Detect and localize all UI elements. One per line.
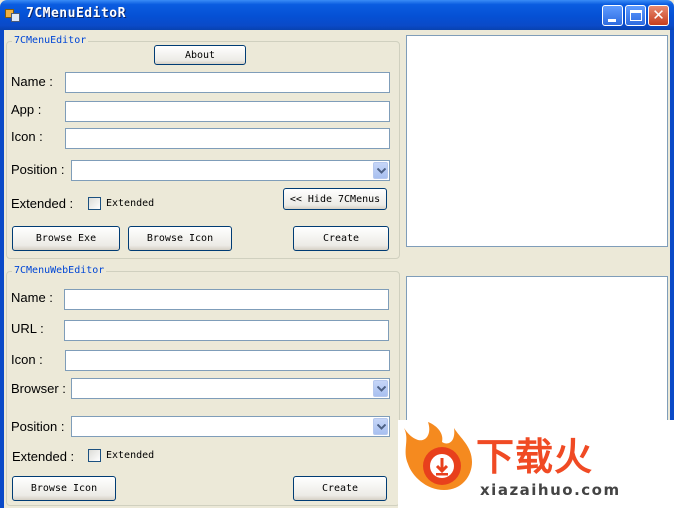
url-label: URL :: [11, 321, 44, 336]
extended-checkbox[interactable]: [88, 197, 101, 210]
position-label: Position :: [11, 162, 65, 177]
app-icon[interactable]: [5, 7, 21, 23]
icon-input[interactable]: [65, 128, 390, 149]
name-input[interactable]: [65, 72, 390, 93]
chevron-down-icon: [377, 424, 386, 430]
web-position-select[interactable]: [71, 416, 390, 437]
browse-icon-button[interactable]: Browse Icon: [128, 226, 232, 251]
dropdown-button[interactable]: [373, 380, 388, 397]
web-create-button[interactable]: Create: [293, 476, 387, 501]
watermark: 下载火 xiazaihuo.com: [398, 420, 674, 508]
dropdown-button[interactable]: [373, 418, 388, 435]
position-select[interactable]: [71, 160, 390, 181]
close-button[interactable]: ✕: [648, 5, 669, 26]
minimize-button[interactable]: [602, 5, 623, 26]
dropdown-button[interactable]: [373, 162, 388, 179]
web-icon-input[interactable]: [65, 350, 390, 371]
app-label: App :: [11, 102, 42, 117]
window-frame-left: [0, 30, 4, 508]
web-name-input[interactable]: [64, 289, 389, 310]
app-input[interactable]: [65, 101, 390, 122]
flame-logo-icon: [404, 422, 472, 490]
maximize-icon: [630, 10, 642, 21]
close-icon: ✕: [652, 6, 665, 24]
extended-label: Extended :: [11, 196, 74, 211]
name-label: Name :: [11, 74, 53, 89]
web-extended-checkbox-label[interactable]: Extended: [106, 450, 154, 461]
window-title: 7CMenuEditoR: [26, 6, 126, 21]
hide-7cmenus-button[interactable]: << Hide 7CMenus: [283, 188, 387, 210]
title-bar[interactable]: 7CMenuEditoR ✕: [0, 0, 674, 30]
url-input[interactable]: [64, 320, 389, 341]
web-editor-legend: 7CMenuWebEditor: [12, 265, 107, 276]
menu-editor-legend: 7CMenuEditor: [12, 35, 89, 46]
browser-select[interactable]: [71, 378, 390, 399]
minimize-icon: [608, 19, 616, 22]
about-button[interactable]: About: [154, 45, 246, 65]
extended-checkbox-label[interactable]: Extended: [106, 198, 154, 209]
watermark-url: xiazaihuo.com: [480, 481, 621, 499]
web-icon-label: Icon :: [11, 352, 43, 367]
preview-panel-top: [406, 35, 668, 247]
icon-label: Icon :: [11, 129, 43, 144]
chevron-down-icon: [377, 386, 386, 392]
chevron-down-icon: [377, 168, 386, 174]
web-extended-checkbox[interactable]: [88, 449, 101, 462]
web-extended-label: Extended :: [12, 449, 75, 464]
web-browse-icon-button[interactable]: Browse Icon: [12, 476, 116, 501]
maximize-button[interactable]: [625, 5, 646, 26]
browse-exe-button[interactable]: Browse Exe: [12, 226, 120, 251]
web-position-label: Position :: [11, 419, 65, 434]
browser-label: Browser :: [11, 381, 66, 396]
watermark-brand: 下载火: [476, 435, 594, 479]
create-button[interactable]: Create: [293, 226, 389, 251]
web-name-label: Name :: [11, 290, 53, 305]
